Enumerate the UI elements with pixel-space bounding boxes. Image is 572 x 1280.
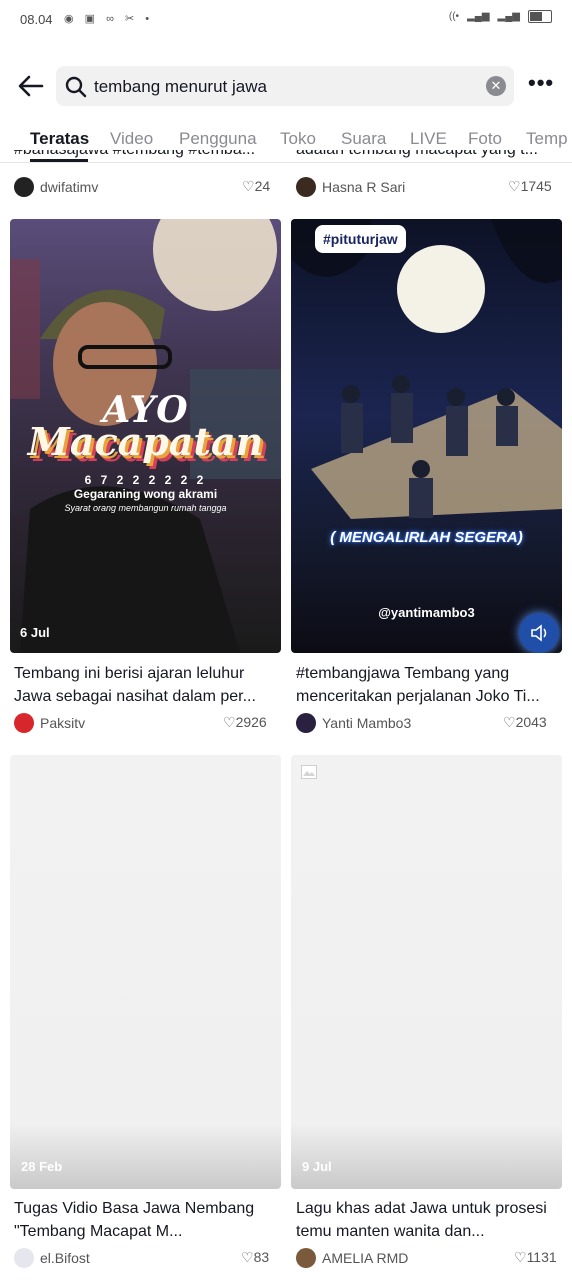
- search-header: tembang menurut jawa ✕ •••: [0, 62, 572, 110]
- avatar: [296, 177, 316, 197]
- video-date: 9 Jul: [302, 1159, 332, 1174]
- overlay-numbers: 6 7 2 2 2 2 2 2: [84, 473, 207, 487]
- thumbnail-art: [291, 219, 562, 519]
- wifi-icon: ((•: [448, 11, 460, 22]
- video-author[interactable]: dwifatimv: [14, 177, 98, 197]
- video-date: 28 Feb: [21, 1159, 63, 1174]
- video-caption[interactable]: Lagu khas adat Jawa untuk prosesi temu m…: [296, 1197, 558, 1243]
- back-button[interactable]: [16, 72, 46, 100]
- tab-foto[interactable]: Foto: [468, 129, 502, 149]
- status-bar: 08.04 ◉ ▣ ∞ ✂ • ((• ▂▄▆ ▂▄▆: [0, 0, 572, 40]
- sound-button[interactable]: [519, 613, 559, 653]
- video-caption[interactable]: #tembangjawa Tembang yang menceritakan p…: [296, 662, 558, 708]
- like-count: ♡1131: [514, 1249, 557, 1266]
- signal-icon: ▂▄▆: [467, 11, 490, 22]
- like-count: ♡83: [241, 1249, 269, 1266]
- like-count: ♡2926: [223, 714, 267, 731]
- heart-icon: ♡: [508, 178, 521, 194]
- heart-icon: ♡: [223, 714, 236, 730]
- video-title-partial[interactable]: adalah tembang macapat yang t...: [296, 150, 558, 164]
- like-count-value: 1745: [520, 178, 552, 194]
- like-count-value: 2926: [235, 714, 267, 730]
- more-options-button[interactable]: •••: [528, 70, 554, 96]
- video-thumbnail[interactable]: 9 Jul: [291, 755, 562, 1189]
- author-name: AMELIA RMD: [322, 1250, 409, 1266]
- tab-template[interactable]: Temp: [526, 129, 568, 149]
- tab-video[interactable]: Video: [110, 129, 153, 149]
- video-caption[interactable]: Tembang ini berisi ajaran leluhur Jawa s…: [14, 662, 276, 708]
- image-placeholder-icon: [301, 765, 317, 779]
- like-count: ♡24: [242, 178, 270, 195]
- tab-toko[interactable]: Toko: [280, 129, 316, 149]
- signal-icon-2: ▂▄▆: [497, 11, 520, 22]
- like-count-value: 2043: [515, 714, 547, 730]
- speaker-icon: [531, 624, 547, 642]
- heart-icon: ♡: [242, 178, 255, 194]
- tab-pengguna[interactable]: Pengguna: [179, 129, 257, 149]
- heart-icon: ♡: [241, 1249, 254, 1265]
- video-author[interactable]: Paksitv: [14, 713, 85, 733]
- video-title-partial[interactable]: #bahasajawa #tembang #temba...: [14, 150, 276, 164]
- tab-teratas[interactable]: Teratas: [30, 129, 89, 149]
- heart-icon: ♡: [503, 714, 516, 730]
- video-title-text: adalah tembang macapat yang t...: [296, 150, 538, 158]
- like-count-value: 1131: [526, 1249, 557, 1265]
- overlay-title: Macapatan: [27, 419, 264, 464]
- system-icons: ((• ▂▄▆ ▂▄▆: [449, 10, 552, 23]
- video-thumbnail[interactable]: #pituturjaw ( MENGALIRLAH SEGERA) @yanti…: [291, 219, 562, 653]
- video-title-text: #bahasajawa #tembang #temba...: [14, 150, 255, 158]
- close-icon: ✕: [490, 78, 502, 93]
- search-bar[interactable]: tembang menurut jawa ✕: [56, 66, 514, 106]
- author-name: Paksitv: [40, 715, 86, 731]
- video-thumbnail[interactable]: 28 Feb: [10, 755, 281, 1189]
- status-time: 08.04: [20, 12, 53, 27]
- video-caption[interactable]: Tugas Vidio Basa Jawa Nembang "Tembang M…: [14, 1197, 276, 1243]
- search-input[interactable]: tembang menurut jawa: [94, 77, 267, 97]
- author-name: Yanti Mambo3: [322, 715, 412, 731]
- notification-icons: ◉ ▣ ∞ ✂ •: [64, 13, 154, 25]
- overlay-subtitle: Syarat orang membangun rumah tangga: [64, 503, 227, 513]
- video-thumbnail[interactable]: AYO Macapatan 6 7 2 2 2 2 2 2 Gegaraning…: [10, 219, 281, 653]
- hashtag-sticker: #pituturjaw: [315, 225, 406, 253]
- like-count-value: 83: [253, 1249, 270, 1265]
- avatar: [14, 713, 34, 733]
- video-date: 6 Jul: [20, 625, 50, 640]
- overlay-banner: ( MENGALIRLAH SEGERA): [330, 529, 523, 546]
- avatar: [296, 713, 316, 733]
- like-count: ♡2043: [503, 714, 547, 731]
- battery-icon: [528, 10, 552, 23]
- back-arrow-icon: [18, 75, 44, 97]
- video-author[interactable]: AMELIA RMD: [296, 1248, 408, 1268]
- author-name: dwifatimv: [40, 179, 99, 195]
- like-count-value: 24: [254, 178, 271, 194]
- more-icon: •••: [528, 70, 555, 95]
- author-name: Hasna R Sari: [322, 179, 406, 195]
- video-author[interactable]: el.Bifost: [14, 1248, 90, 1268]
- tab-live[interactable]: LIVE: [410, 129, 447, 149]
- author-name: el.Bifost: [40, 1250, 90, 1266]
- tab-suara[interactable]: Suara: [341, 129, 386, 149]
- like-count: ♡1745: [508, 178, 552, 195]
- video-author[interactable]: Hasna R Sari: [296, 177, 405, 197]
- avatar: [14, 1248, 34, 1268]
- heart-icon: ♡: [514, 1249, 527, 1265]
- avatar: [296, 1248, 316, 1268]
- search-icon: [65, 76, 87, 98]
- clear-search-button[interactable]: ✕: [486, 76, 506, 96]
- video-author[interactable]: Yanti Mambo3: [296, 713, 411, 733]
- overlay-subtitle: Gegaraning wong akrami: [73, 487, 218, 501]
- avatar: [14, 177, 34, 197]
